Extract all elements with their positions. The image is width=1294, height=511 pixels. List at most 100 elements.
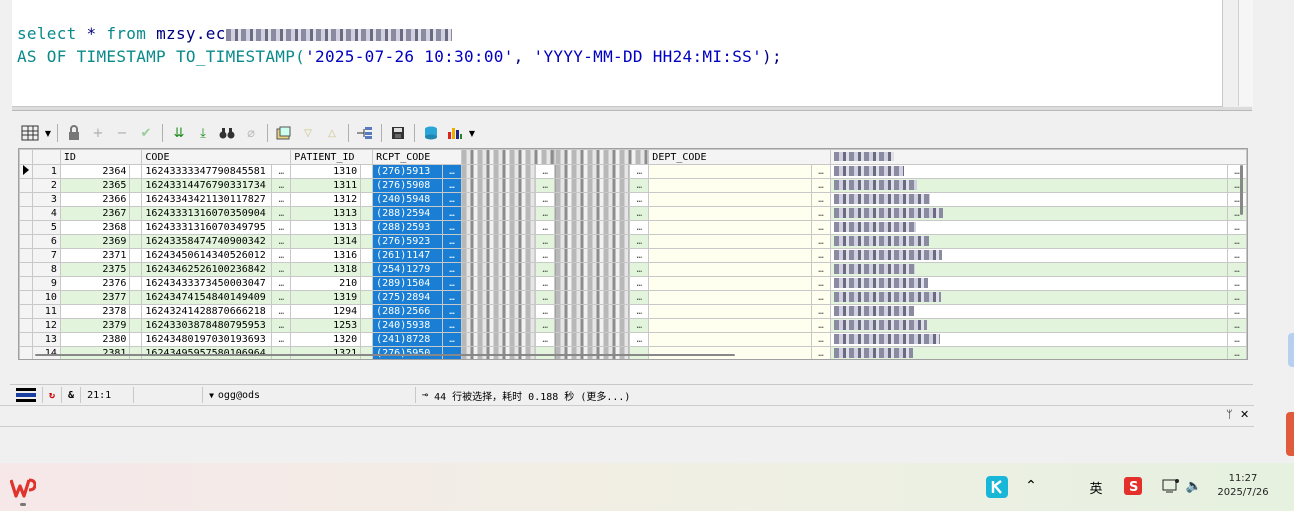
cell-redacted[interactable] [554,290,631,305]
cell-patient-id[interactable]: 1313 [290,206,362,221]
cell-rcpt-code[interactable]: (241)8728 [372,332,444,347]
cell-ellipsis-button[interactable]: … [811,290,831,305]
cell-ellipsis-button[interactable]: … [271,178,292,193]
cell-ellipsis-button[interactable]: … [629,318,650,333]
cell-code[interactable]: 16243474154840149409 [141,290,273,305]
cell-dept-code[interactable] [648,290,813,305]
cell-rcpt-code[interactable]: (275)2894 [372,290,444,305]
pin-icon[interactable]: ᛘ [1226,408,1233,421]
cell-redacted[interactable] [829,318,1228,333]
explain-plan-icon[interactable] [354,122,376,144]
cell-ellipsis-button[interactable]: … [535,178,556,193]
side-widget-red[interactable] [1286,412,1294,456]
cell-ellipsis-button[interactable]: … [629,234,650,249]
cell-ellipsis-button[interactable]: … [271,262,292,277]
grid-horizontal-scrollbar[interactable] [35,354,735,356]
table-row[interactable]: 8 2375 16243462526100236842… 1318 (254)1279…… [19,262,1247,277]
cell-ellipsis-button[interactable]: … [535,164,556,179]
cell-ellipsis-button[interactable]: … [442,332,462,347]
save-icon[interactable] [387,122,409,144]
cell-redacted[interactable] [554,206,631,221]
cell-redacted[interactable] [554,164,631,179]
column-header-code[interactable]: CODE [141,149,292,165]
cell-ellipsis-button[interactable]: … [535,318,556,333]
cell-ellipsis-button[interactable]: … [271,220,292,235]
refresh-icon[interactable]: ↻ [43,387,63,403]
cell-ellipsis-button[interactable]: … [535,206,556,221]
column-header-redacted-1[interactable] [460,149,556,165]
column-header-redacted-2[interactable] [554,149,650,165]
cell-redacted[interactable] [829,346,1228,359]
table-row[interactable]: 3 2366 16243343421130117827… 1312 (240)5948…… [19,192,1247,207]
cell-ellipsis-button[interactable]: … [442,178,462,193]
column-header-rcpt-code[interactable]: RCPT_CODE [372,149,462,165]
cell-ellipsis-button[interactable]: … [535,234,556,249]
cell-ellipsis-button[interactable]: … [271,234,292,249]
cell-patient-id[interactable]: 1316 [290,248,362,263]
fetch-next-icon[interactable]: ⇊ [168,122,190,144]
table-row[interactable]: 11 2378 16243241428870666218… 1294 (288)2566… [19,304,1247,319]
cell-dept-code[interactable] [648,276,813,291]
cell-ellipsis-button[interactable]: … [1226,164,1247,179]
table-row[interactable]: 2 2365 16243314476790331734… 1311 (276)5908…… [19,178,1247,193]
cell-ellipsis-button[interactable]: … [442,318,462,333]
cell-ellipsis-button[interactable]: … [442,206,462,221]
cell-rcpt-code[interactable]: (276)5923 [372,234,444,249]
cell-ellipsis-button[interactable]: … [811,248,831,263]
column-header-patient-id[interactable]: PATIENT_ID [290,149,374,165]
cell-rcpt-code[interactable]: (289)1504 [372,276,444,291]
fetch-all-icon[interactable]: ⤓ [192,122,214,144]
cell-rcpt-code[interactable]: (240)5938 [372,318,444,333]
table-row[interactable]: 10 2377 16243474154840149409… 1319 (275)2894… [19,290,1247,305]
cell-ellipsis-button[interactable]: … [271,304,292,319]
cell-rcpt-code[interactable]: (276)5908 [372,178,444,193]
cell-ellipsis-button[interactable]: … [1226,248,1247,263]
cell-dept-code[interactable] [648,262,813,277]
cell-ellipsis-button[interactable]: … [1226,332,1247,347]
cell-redacted[interactable] [554,332,631,347]
query-by-example-icon[interactable] [273,122,295,144]
cell-redacted[interactable] [554,220,631,235]
table-row[interactable]: 12 2379 16243303878480795953… 1253 (240)5938… [19,318,1247,333]
cell-ellipsis-button[interactable]: … [271,248,292,263]
cell-redacted[interactable] [554,178,631,193]
cell-ellipsis-button[interactable]: … [1226,192,1247,207]
cell-ellipsis-button[interactable]: … [1226,290,1247,305]
cell-code[interactable]: 16243331316070350904 [141,206,273,221]
cell-ellipsis-button[interactable]: … [629,164,650,179]
cell-ellipsis-button[interactable]: … [811,346,831,359]
chevron-down-icon[interactable]: ▼ [44,122,52,144]
chart-icon[interactable] [444,122,466,144]
ime-indicator[interactable]: 英 [1087,478,1105,497]
cell-ellipsis-button[interactable]: … [629,262,650,277]
cell-ellipsis-button[interactable]: … [1226,178,1247,193]
cell-ellipsis-button[interactable]: … [811,318,831,333]
cell-ellipsis-button[interactable]: … [442,290,462,305]
cell-dept-code[interactable] [648,220,813,235]
binoculars-icon[interactable] [216,122,238,144]
cell-dept-code[interactable] [648,192,813,207]
cell-ellipsis-button[interactable]: … [442,220,462,235]
cell-rcpt-code[interactable]: (254)1279 [372,262,444,277]
column-header-id[interactable]: ID [59,149,143,165]
cell-redacted[interactable] [829,206,1228,221]
cell-redacted[interactable] [829,262,1228,277]
cell-code[interactable]: 16243333347790845581 [141,164,273,179]
volume-icon[interactable]: 🔈 [1185,478,1203,494]
cell-patient-id[interactable]: 1294 [290,304,362,319]
cell-patient-id[interactable]: 1312 [290,192,362,207]
cell-ellipsis-button[interactable]: … [1226,220,1247,235]
cell-rcpt-code[interactable]: (288)2594 [372,206,444,221]
delete-row-icon[interactable]: − [111,122,133,144]
cell-patient-id[interactable]: 1253 [290,318,362,333]
cell-redacted[interactable] [460,290,537,305]
cell-redacted[interactable] [460,192,537,207]
cell-id[interactable]: 2365 [59,178,131,193]
cell-patient-id[interactable]: 1311 [290,178,362,193]
cell-redacted[interactable] [554,276,631,291]
cell-redacted[interactable] [460,206,537,221]
add-row-icon[interactable]: + [87,122,109,144]
cell-ellipsis-button[interactable]: … [271,192,292,207]
cell-redacted[interactable] [460,164,537,179]
cell-ellipsis-button[interactable]: … [811,304,831,319]
